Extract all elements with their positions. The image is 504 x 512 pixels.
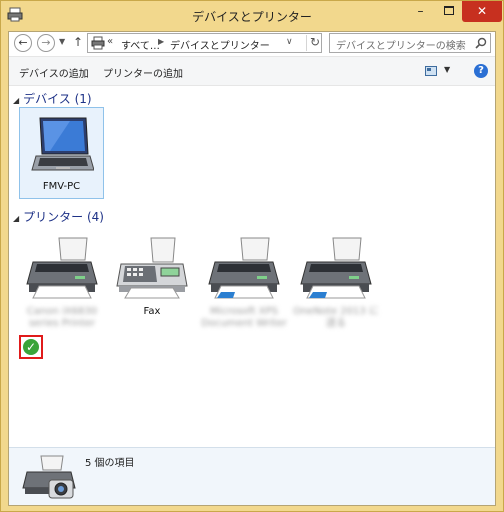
add-printer-button[interactable]: プリンターの追加 (103, 65, 183, 80)
fax-icon (116, 237, 188, 299)
printers-group-header[interactable]: ◢ プリンター (4) (13, 208, 104, 225)
minimize-button[interactable]: – (407, 1, 434, 22)
laptop-icon (31, 117, 94, 171)
printer-item[interactable]: Microsoft XPS Document Writer (199, 236, 289, 346)
breadcrumb-separator-icon[interactable]: ▶ (158, 37, 164, 46)
add-device-button[interactable]: デバイスの追加 (19, 65, 89, 80)
printer-label: Fax (143, 306, 161, 317)
printer-item[interactable]: Canon iX6830 series Printer (17, 236, 107, 346)
collapse-icon: ◢ (13, 96, 20, 105)
search-icon[interactable] (475, 37, 487, 49)
devices-and-printers-window: デバイスとプリンター – ✕ ← → ▼ ↑ « すべて… ▶ デバイスとプリン… (0, 0, 504, 512)
breadcrumb-overflow-icon[interactable]: « (107, 36, 113, 47)
address-bar[interactable]: « すべて… ▶ デバイスとプリンター ∨ ↻ (87, 33, 322, 53)
details-pane: 5 個の項目 (9, 447, 495, 505)
maximize-icon (443, 6, 454, 15)
recent-locations-dropdown[interactable]: ▼ (59, 37, 65, 46)
printer-label: OneNote 2013 に送る (293, 306, 379, 329)
printer-item[interactable]: Fax (107, 236, 197, 346)
view-options-dropdown[interactable]: ▼ (444, 65, 450, 74)
address-dropdown-icon[interactable]: ∨ (286, 37, 293, 47)
devices-group-header[interactable]: ◢ デバイス (1) (13, 90, 92, 107)
breadcrumb-devices-printers[interactable]: デバイスとプリンター (170, 37, 270, 52)
refresh-button[interactable]: ↻ (306, 35, 320, 51)
collapse-icon: ◢ (13, 214, 20, 223)
printer-item[interactable]: OneNote 2013 に送る (291, 236, 381, 346)
printer-icon (26, 237, 98, 299)
change-view-icon[interactable] (425, 66, 437, 76)
printers-group-label: プリンター (4) (23, 210, 104, 224)
forward-button[interactable]: → (37, 34, 55, 52)
device-item-fmv-pc[interactable]: FMV-PC (19, 107, 104, 199)
close-button[interactable]: ✕ (462, 1, 502, 22)
back-button[interactable]: ← (14, 34, 32, 52)
title-bar[interactable]: デバイスとプリンター – ✕ (1, 1, 503, 31)
printer-label: Canon iX6830 series Printer (26, 306, 98, 329)
navigation-bar: ← → ▼ ↑ « すべて… ▶ デバイスとプリンター ∨ ↻ デバイスとプリン… (9, 32, 495, 54)
device-label: FMV-PC (42, 181, 81, 192)
breadcrumb-all-items[interactable]: すべて… (121, 37, 160, 52)
command-bar: デバイスの追加 プリンターの追加 ▼ ? (9, 56, 495, 86)
printer-icon (208, 237, 280, 299)
search-placeholder: デバイスとプリンターの検索 (336, 41, 466, 52)
printer-label: Microsoft XPS Document Writer (201, 306, 287, 329)
device-list: ◢ デバイス (1) FMV-PC ◢ プリンター (4) Canon iX68… (9, 87, 495, 447)
help-icon[interactable]: ? (474, 64, 488, 78)
search-box[interactable]: デバイスとプリンターの検索 (329, 33, 491, 53)
devices-printers-location-icon (91, 36, 105, 50)
default-printer-check-icon: ✓ (23, 339, 39, 355)
printer-icon (300, 237, 372, 299)
up-button[interactable]: ↑ (73, 35, 83, 49)
default-printer-highlight: ✓ (19, 335, 43, 359)
maximize-button[interactable] (435, 1, 462, 22)
item-count: 5 個の項目 (85, 458, 135, 469)
window-client-area: ← → ▼ ↑ « すべて… ▶ デバイスとプリンター ∨ ↻ デバイスとプリン… (8, 31, 496, 506)
devices-printers-large-icon (22, 455, 76, 499)
devices-group-label: デバイス (1) (23, 92, 92, 106)
